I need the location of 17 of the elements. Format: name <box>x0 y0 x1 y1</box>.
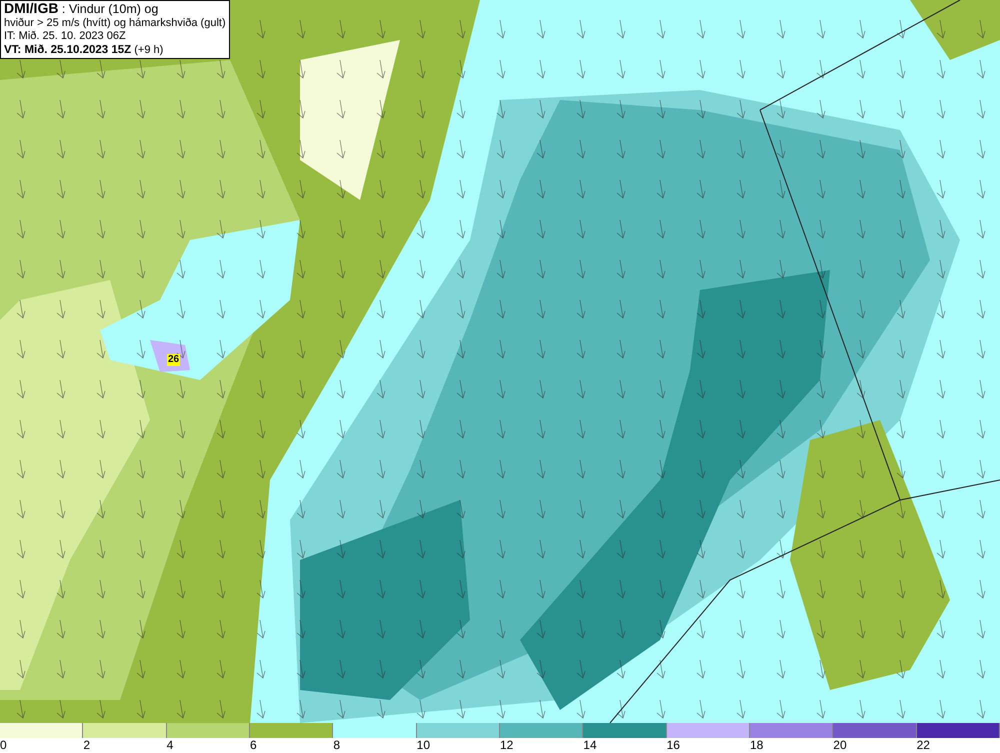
legend-label: 14 <box>583 738 597 753</box>
legend-label: 22 <box>916 738 930 753</box>
legend-label: 6 <box>250 738 257 753</box>
legend-label: 2 <box>83 738 90 753</box>
info-text: hviður > 25 m/s (hvítt) og hámarkshviða (gult) <box>4 16 226 30</box>
legend-label: 4 <box>166 738 174 753</box>
legend-label: 18 <box>750 738 764 753</box>
info-text: VT: Mið. 25.10.2023 15Z (+9 h) <box>4 44 164 57</box>
legend-label: 12 <box>500 738 514 753</box>
legend-label: 8 <box>333 738 340 753</box>
info-text: IT: Mið. 25. 10. 2023 06Z <box>4 30 127 44</box>
info-text: DMI/IGB : Vindur (10m) og <box>4 2 160 16</box>
legend-label: 0 <box>0 738 7 753</box>
legend-label: 10 <box>416 738 430 753</box>
legend-label: 20 <box>833 738 847 753</box>
legend-label: 16 <box>666 738 680 753</box>
gust-value-label: 26 <box>167 354 180 366</box>
